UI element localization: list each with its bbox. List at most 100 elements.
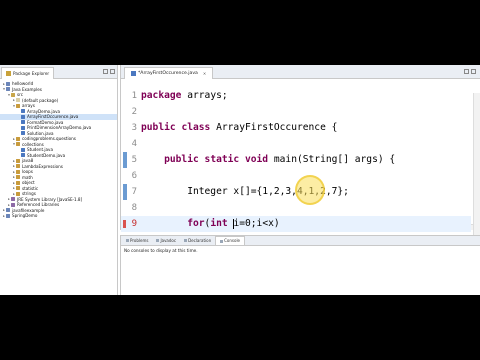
bottom-tab-label: Problems xyxy=(130,237,149,243)
code-text: public static void main(String[] args) { xyxy=(164,154,396,165)
tree-item-label: arrays xyxy=(22,103,35,109)
minimize-icon[interactable] xyxy=(103,69,108,74)
package-explorer-tab-label: Package Explorer xyxy=(13,70,50,76)
tree-item-label: javafileexample xyxy=(12,207,45,213)
tree-item-label: ArrayFirstOccurence.java xyxy=(27,114,79,120)
mouse-click-highlight xyxy=(295,175,325,205)
package-icon xyxy=(16,175,20,180)
java-file-icon xyxy=(21,147,25,152)
java-file-icon xyxy=(21,109,25,114)
line-number: 1 xyxy=(131,91,137,101)
tree-item-label: java8 xyxy=(22,158,34,164)
tree-item-label: Referenced Libraries xyxy=(17,202,60,208)
line-number: 4 xyxy=(131,139,137,149)
tree-item-label: Solution.java xyxy=(27,130,54,136)
declaration-icon xyxy=(184,239,188,242)
tree-item-label: SpringDemo xyxy=(12,213,38,219)
tab-problems[interactable]: Problems xyxy=(122,236,152,245)
code-line[interactable]: 1 package arrays; xyxy=(121,88,471,104)
tree-item-label: loops xyxy=(22,169,33,175)
close-icon[interactable]: ✕ xyxy=(203,68,206,79)
library-icon xyxy=(11,197,15,202)
code-area[interactable]: 1 package arrays; 2 3 public class ArrayFirs… xyxy=(121,79,480,293)
tree-item-label: (default package) xyxy=(22,97,59,103)
code-text: public class ArrayFirstOccurence { xyxy=(141,122,338,133)
tab-declaration[interactable]: Declaration xyxy=(180,236,215,245)
line-number: 3 xyxy=(131,123,137,133)
package-icon xyxy=(16,186,20,191)
line-number: 6 xyxy=(131,171,137,181)
package-icon xyxy=(16,191,20,196)
tree-item-label: codingproblems.questions xyxy=(22,136,76,142)
bottom-tabbar: Problems Javadoc Declaration Console xyxy=(121,236,480,246)
problems-icon xyxy=(126,239,129,242)
tree-item-label: object xyxy=(22,180,35,186)
console-panel: Problems Javadoc Declaration Console No con… xyxy=(120,235,480,295)
tree-item-label: StudentDemo.java xyxy=(27,152,66,158)
code-text: package arrays; xyxy=(141,90,228,101)
code-line[interactable]: 4 xyxy=(121,136,471,152)
bottom-tab-label: Console xyxy=(224,238,241,243)
package-icon xyxy=(16,142,20,147)
project-icon xyxy=(6,81,10,86)
code-line[interactable]: 8 xyxy=(121,200,471,216)
maximize-icon[interactable] xyxy=(110,69,115,74)
source-folder-icon xyxy=(11,92,15,97)
java-file-icon xyxy=(131,71,136,76)
tree-item-label: JRE System Library [JavaSE-1.8] xyxy=(17,196,83,202)
project-icon xyxy=(6,87,10,92)
vertical-scrollbar[interactable] xyxy=(473,93,480,244)
error-marker-icon[interactable] xyxy=(123,220,126,228)
java-editor: *ArrayFirstOccurence.java ✕ 1 package arr… xyxy=(120,65,480,293)
line-number: 2 xyxy=(131,107,137,117)
tree-item-label: FormatDemo.java xyxy=(27,119,64,125)
package-explorer-tabbar: Package Explorer xyxy=(0,65,117,79)
java-file-icon xyxy=(21,125,25,130)
code-line[interactable]: 5 public static void main(String[] args)… xyxy=(121,152,471,168)
tree-item-label: collections xyxy=(22,141,44,147)
tree-item-label: statistic xyxy=(22,185,39,191)
package-explorer-controls xyxy=(103,69,115,74)
minimize-icon[interactable] xyxy=(464,69,469,74)
editor-tab-label: *ArrayFirstOccurence.java xyxy=(138,71,198,76)
maximize-icon[interactable] xyxy=(471,69,476,74)
code-text: for(int i=0;i<x) xyxy=(187,218,280,229)
editor-tabbar: *ArrayFirstOccurence.java ✕ xyxy=(121,65,480,79)
project-tree: ▸ helloworld ▾ Java Examples ▾ src ▸ (default p… xyxy=(0,79,117,219)
project-icon xyxy=(6,213,10,218)
code-line[interactable]: 9 for(int i=0;i<x) xyxy=(121,216,471,232)
library-icon xyxy=(11,202,15,207)
fold-marker[interactable] xyxy=(123,184,127,200)
tree-item-label: strings xyxy=(22,191,36,197)
java-file-icon xyxy=(21,131,25,136)
tree-item[interactable]: ▸ SpringDemo xyxy=(0,213,117,219)
bottom-tab-label: Javadoc xyxy=(160,237,177,243)
editor-controls xyxy=(464,69,476,74)
package-icon xyxy=(16,169,20,174)
package-explorer-icon xyxy=(6,71,11,76)
tab-javadoc[interactable]: Javadoc xyxy=(152,236,180,245)
code-line[interactable]: 3 public class ArrayFirstOccurence { xyxy=(121,120,471,136)
package-icon xyxy=(16,136,20,141)
tree-item-label: ArrayDemo.java xyxy=(27,108,60,114)
tab-package-explorer[interactable]: Package Explorer xyxy=(1,67,55,79)
line-number: 8 xyxy=(131,203,137,213)
java-file-icon xyxy=(21,120,25,125)
java-file-icon xyxy=(21,114,25,119)
console-message: No consoles to display at this time. xyxy=(124,248,198,253)
console-icon xyxy=(220,239,224,243)
empty-package-icon xyxy=(16,98,20,103)
tree-item-label: math xyxy=(22,174,33,180)
code-line[interactable]: 2 xyxy=(121,104,471,120)
eclipse-ide-window: Package Explorer ▸ helloworld ▾ Java Exampl… xyxy=(0,65,480,295)
tab-console[interactable]: Console xyxy=(215,236,246,245)
package-icon xyxy=(16,103,20,108)
tree-item-label: Student.java xyxy=(27,147,53,153)
text-cursor xyxy=(233,219,235,229)
tab-array-first-occurence[interactable]: *ArrayFirstOccurence.java ✕ xyxy=(124,67,214,79)
tree-item-label: Java Examples xyxy=(12,86,42,92)
package-icon xyxy=(16,164,20,169)
package-icon xyxy=(16,180,20,185)
fold-marker[interactable] xyxy=(123,152,127,168)
project-icon xyxy=(6,208,10,213)
